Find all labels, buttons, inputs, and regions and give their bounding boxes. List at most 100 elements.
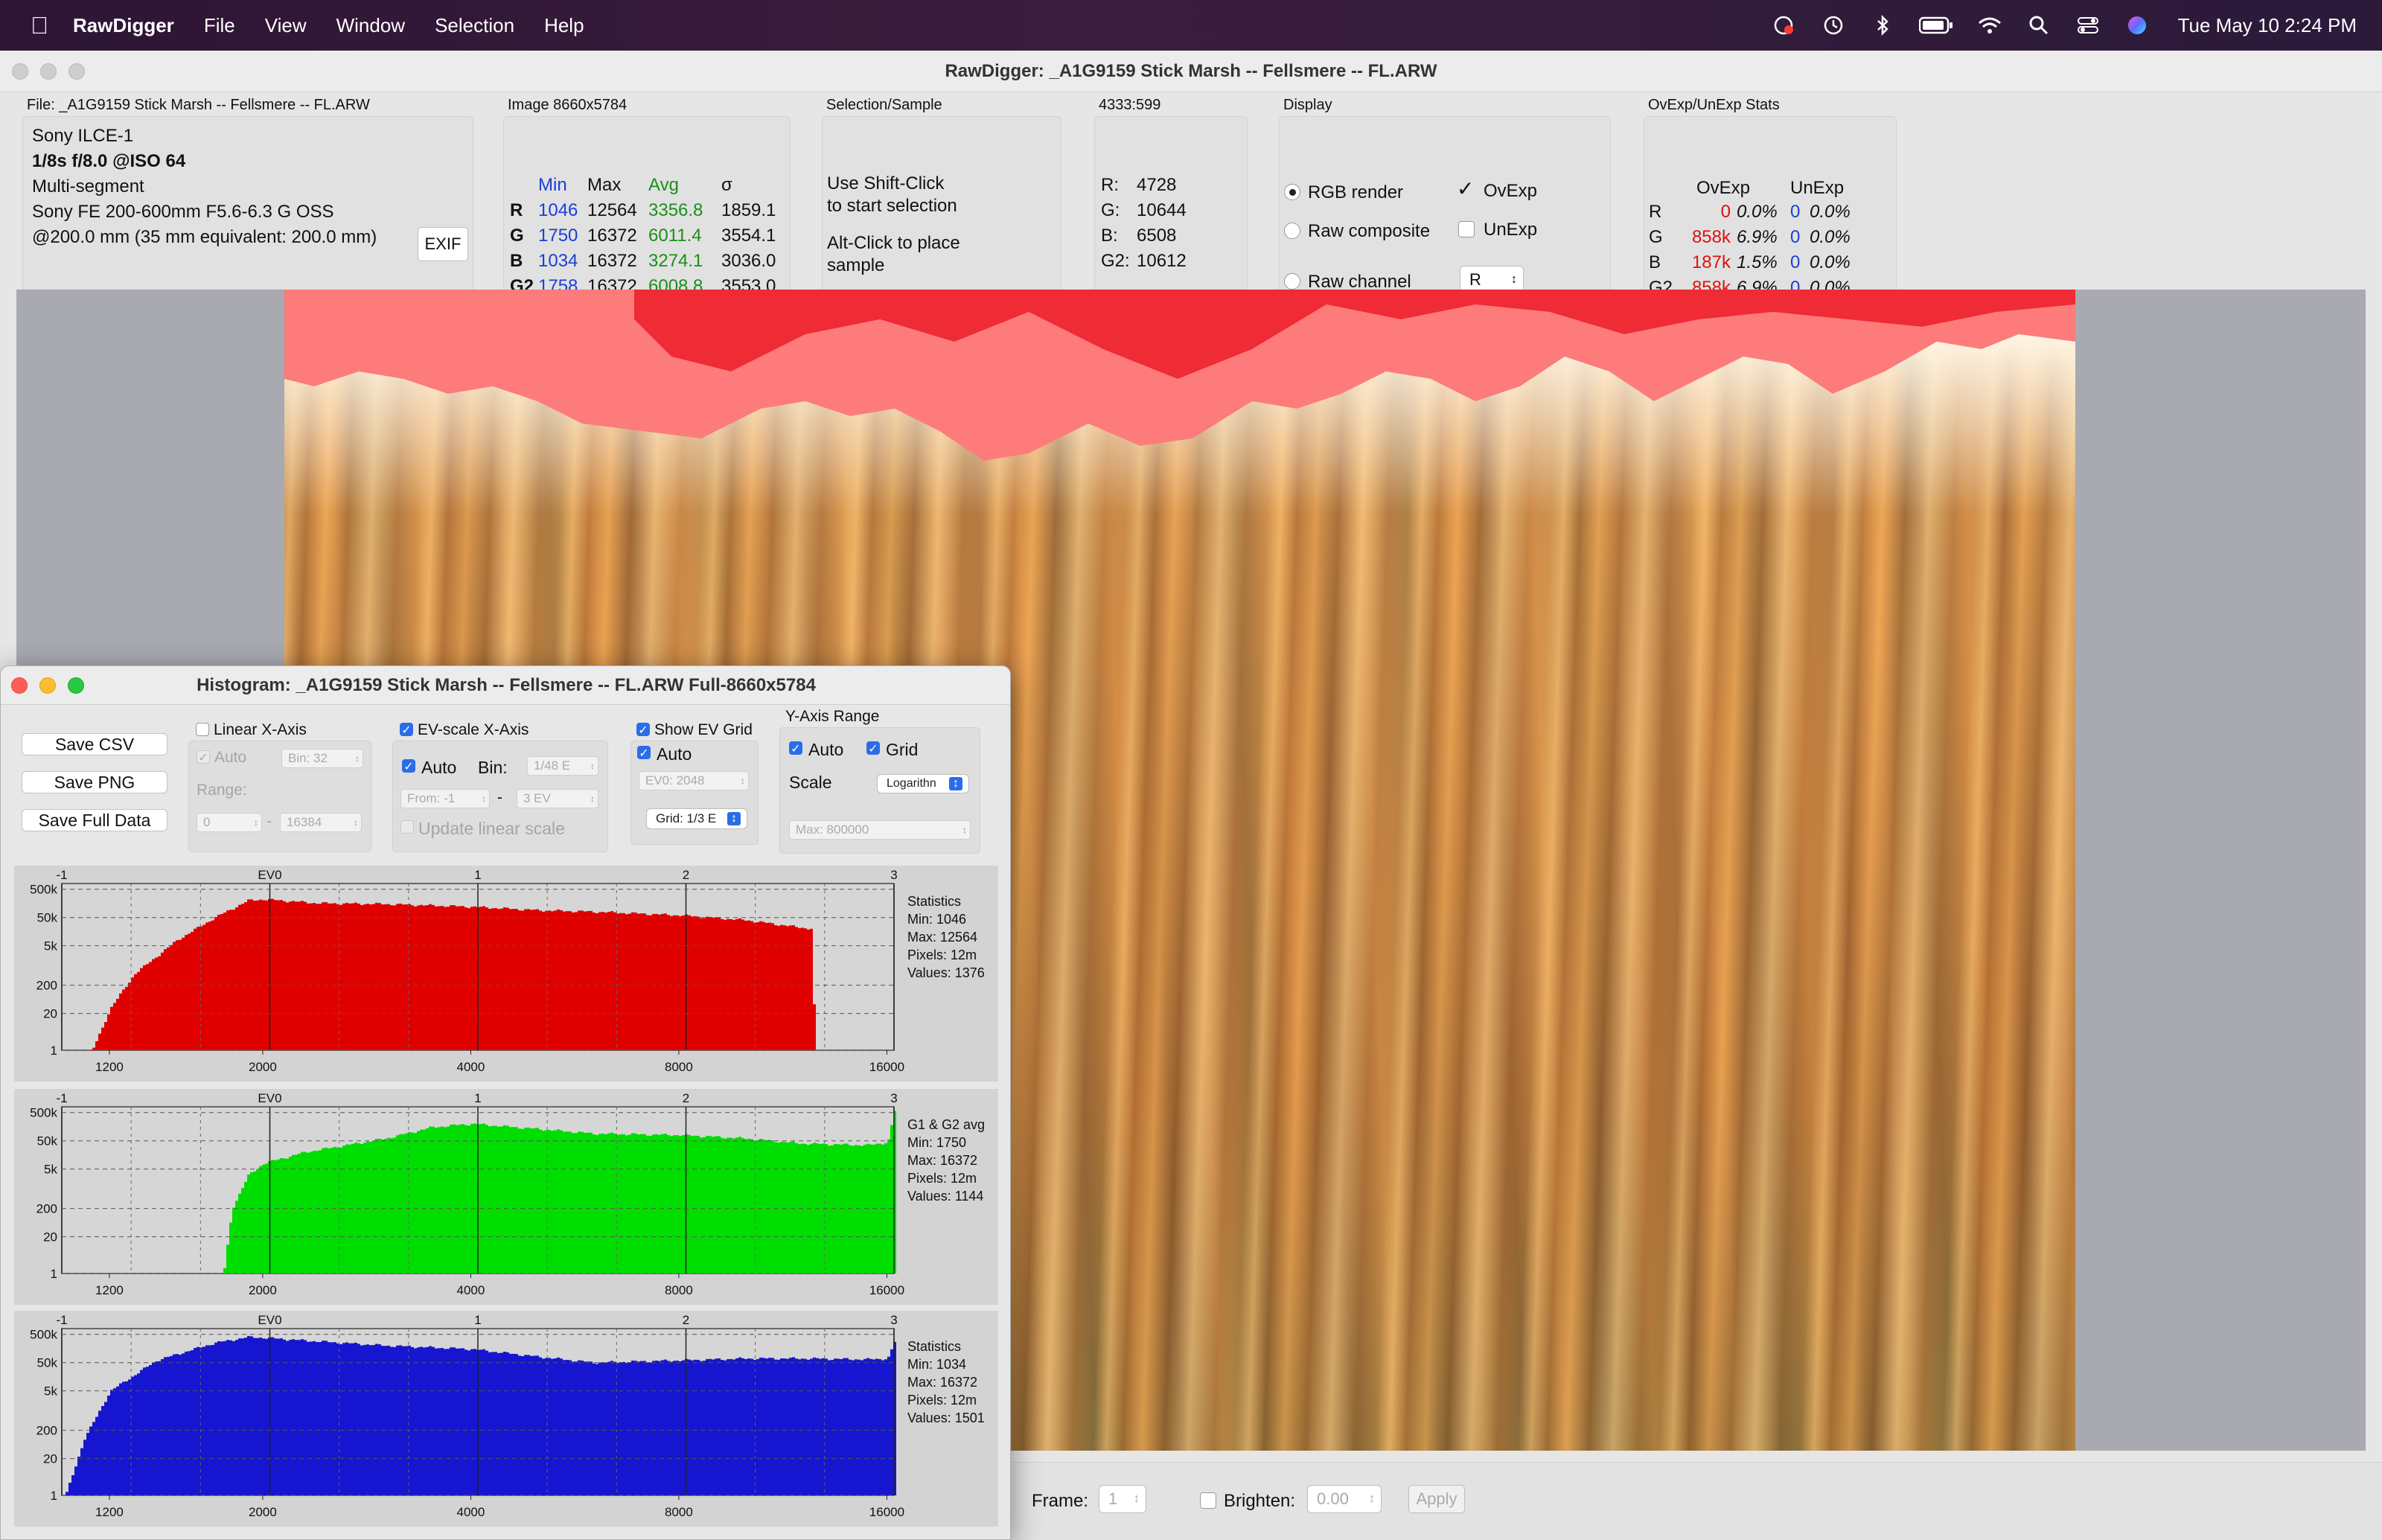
menu-app-name[interactable]: RawDigger — [73, 14, 174, 37]
minimize-button[interactable] — [39, 677, 56, 694]
save-png-button[interactable]: Save PNG — [22, 771, 167, 793]
y-max-field[interactable]: Max: 800000 ↕ — [789, 820, 971, 840]
screen-record-icon[interactable] — [1770, 14, 1798, 36]
brighten-checkbox[interactable] — [1200, 1492, 1216, 1509]
raw-composite-radio[interactable] — [1284, 223, 1300, 239]
histogram-bar — [762, 921, 765, 1050]
histogram-bar — [578, 910, 581, 1050]
menu-clock[interactable]: Tue May 10 2:24 PM — [2178, 14, 2357, 37]
histogram-bar — [488, 1352, 491, 1495]
main-window-title: RawDigger: _A1G9159 Stick Marsh -- Fells… — [945, 60, 1437, 81]
histogram-bar — [572, 912, 575, 1050]
menu-window[interactable]: Window — [336, 14, 405, 37]
wifi-icon[interactable] — [1976, 14, 2004, 36]
histogram-bar — [872, 1359, 875, 1495]
histogram-bar — [515, 1127, 518, 1274]
histogram-panel-green[interactable]: -1 EV0 1 2 3 500k 50k 5k 200 20 1 1200 2000 4000 8000 1… — [14, 1089, 998, 1305]
histogram-bar — [539, 1357, 542, 1495]
histogram-bar — [884, 1359, 887, 1495]
save-csv-button[interactable]: Save CSV — [22, 733, 167, 755]
exif-button[interactable]: EXIF — [418, 227, 468, 261]
menu-view[interactable]: View — [265, 14, 307, 37]
menu-selection[interactable]: Selection — [435, 14, 514, 37]
histogram-chart-green[interactable]: -1 EV0 1 2 3 500k 50k 5k 200 20 1 1200 2000 4000 8000 1… — [14, 1089, 998, 1305]
linear-bin-field[interactable]: Bin: 32 ↕ — [281, 749, 363, 768]
ovexp-checkbox[interactable]: ✓ — [1457, 179, 1474, 199]
ev0-field[interactable]: EV0: 2048 ↕ — [639, 771, 749, 790]
histogram-bar — [664, 1133, 667, 1274]
histogram-bar — [217, 914, 220, 1050]
zoom-button[interactable] — [68, 63, 85, 80]
stepper-icon: ↕ — [590, 793, 595, 804]
ev-from-field[interactable]: From: -1 ↕ — [400, 789, 490, 808]
histogram-bar — [616, 913, 619, 1050]
update-linear-scale-checkbox[interactable] — [400, 820, 414, 834]
zoom-button[interactable] — [68, 677, 84, 694]
siri-icon[interactable] — [2123, 14, 2151, 36]
brighten-input[interactable]: 0.00 ↕ — [1307, 1485, 1382, 1513]
linear-from-field[interactable]: 0 ↕ — [197, 813, 262, 832]
minimize-button[interactable] — [40, 63, 57, 80]
close-button[interactable] — [12, 63, 28, 80]
y-auto-checkbox[interactable]: ✓ — [789, 741, 802, 755]
histogram-bar — [262, 1164, 265, 1274]
frame-stepper[interactable]: 1 ↕ — [1099, 1485, 1146, 1513]
save-full-data-button[interactable]: Save Full Data — [22, 809, 167, 831]
histogram-bar — [283, 901, 286, 1050]
bluetooth-icon[interactable] — [1868, 14, 1897, 36]
histogram-chart-blue[interactable]: -1 EV0 1 2 3 500k 50k 5k 200 20 1 1200 2000 4000 8000 1… — [14, 1311, 998, 1527]
raw-channel-radio[interactable] — [1284, 273, 1300, 290]
control-center-icon[interactable] — [2074, 14, 2102, 36]
linear-to-value: 16384 — [287, 815, 322, 829]
histogram-bar — [464, 1349, 467, 1495]
stats-row-ovp: 0.0% — [1737, 202, 1778, 222]
ev-scale-x-axis-checkbox[interactable]: ✓ — [400, 723, 413, 737]
histogram-chart-red[interactable]: -1 EV0 1 2 3 500k 50k 5k 200 20 1 1200 2000 4000 8000 1… — [14, 866, 998, 1081]
histogram-panel-blue[interactable]: -1 EV0 1 2 3 500k 50k 5k 200 20 1 1200 2000 4000 8000 1… — [14, 1311, 998, 1527]
histogram-bar — [280, 1338, 283, 1495]
menu-file[interactable]: File — [204, 14, 235, 37]
time-machine-icon[interactable] — [1819, 14, 1848, 36]
histogram-bar — [339, 904, 342, 1050]
unexp-checkbox[interactable] — [1458, 221, 1475, 237]
histogram-bar — [259, 899, 262, 1050]
show-ev-grid-checkbox[interactable]: ✓ — [636, 723, 650, 737]
apple-logo-icon[interactable]:  — [27, 12, 52, 39]
rgb-render-radio[interactable] — [1284, 184, 1300, 200]
linear-to-field[interactable]: 16384 ↕ — [280, 813, 362, 832]
histogram-bar — [828, 1360, 831, 1495]
raw-composite-label: Raw composite — [1308, 221, 1431, 241]
ev-auto-checkbox[interactable]: ✓ — [402, 759, 415, 773]
y-grid-checkbox[interactable]: ✓ — [866, 741, 880, 755]
chevron-updown-icon: ↕ — [1369, 1492, 1375, 1505]
battery-icon[interactable] — [1918, 14, 1955, 36]
histogram-bar — [792, 1141, 795, 1274]
y-scale-select[interactable]: Logarithn ↕ — [877, 774, 969, 793]
histogram-bar — [107, 1395, 110, 1495]
histogram-bar — [280, 900, 283, 1050]
histogram-bar — [569, 1360, 572, 1495]
linear-x-axis-checkbox[interactable] — [196, 723, 209, 736]
histogram-bar — [712, 1359, 715, 1495]
ev-grid-auto-checkbox[interactable]: ✓ — [637, 746, 651, 760]
histogram-bar — [691, 916, 694, 1050]
ev-bin-field[interactable]: 1/48 E ↕ — [527, 756, 598, 776]
menu-help[interactable]: Help — [544, 14, 584, 37]
histogram-panel-red[interactable]: -1 EV0 1 2 3 500k 50k 5k 200 20 1 1200 2000 4000 8000 1… — [14, 866, 998, 1081]
histogram-bar — [119, 993, 122, 1050]
ev-grid-step-select[interactable]: Grid: 1/3 E ↕ — [646, 808, 747, 829]
histogram-bar — [557, 1357, 560, 1495]
histogram-bar — [673, 1361, 676, 1495]
ev-to-field[interactable]: 3 EV ↕ — [517, 789, 598, 808]
histogram-bar — [658, 914, 661, 1050]
image-row-min: 1034 — [538, 251, 578, 271]
histogram-bar — [587, 1361, 590, 1495]
stats-pixels: Pixels: 12m — [907, 1393, 977, 1408]
apply-button[interactable]: Apply — [1408, 1485, 1465, 1513]
histogram-bar — [447, 1349, 450, 1495]
histogram-bar — [232, 910, 235, 1050]
histogram-bar — [601, 1133, 604, 1274]
close-button[interactable] — [11, 677, 28, 694]
spotlight-search-icon[interactable] — [2025, 14, 2053, 36]
linear-auto-checkbox[interactable]: ✓ — [197, 750, 210, 764]
